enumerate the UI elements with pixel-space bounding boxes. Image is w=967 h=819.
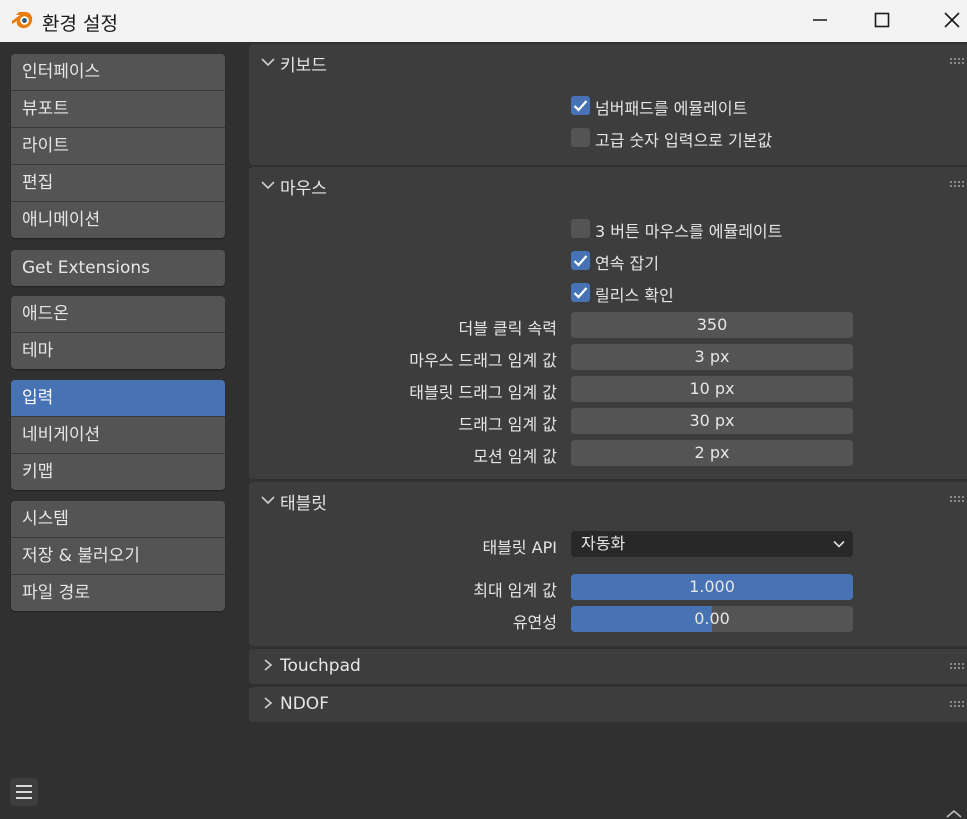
sidebar-group-system: 시스템 저장 & 불러오기 파일 경로 xyxy=(11,501,225,611)
chevron-right-icon xyxy=(264,697,273,709)
mouse-panel: 마우스 3 버튼 마우스를 에뮬레이트 연속 잡기 릴리스 확인 더블 클릭 속… xyxy=(249,167,967,479)
drag-threshold-row: 드래그 임계 값 30 px xyxy=(249,408,967,434)
sidebar-item-viewport[interactable]: 뷰포트 xyxy=(11,91,225,128)
softness-label: 유연성 xyxy=(512,613,557,632)
tablet-panel-header[interactable]: 태블릿 xyxy=(249,482,967,518)
sidebar-item-file-paths[interactable]: 파일 경로 xyxy=(11,575,225,611)
tablet-panel: 태블릿 태블릿 API 자동화 최대 임계 값 1.000 유연성 0.00 xyxy=(249,482,967,646)
chevron-down-icon xyxy=(261,58,275,67)
sidebar-item-addons[interactable]: 애드온 xyxy=(11,296,225,333)
release-confirms-checkbox[interactable] xyxy=(571,283,590,302)
double-click-speed-label: 더블 클릭 속력 xyxy=(458,319,558,338)
tablet-drag-threshold-field[interactable]: 10 px xyxy=(571,376,853,402)
default-advanced-numeric-checkbox[interactable] xyxy=(571,128,590,147)
scroll-up-icon[interactable] xyxy=(944,808,964,819)
keyboard-panel-header[interactable]: 키보드 xyxy=(249,44,967,80)
keyboard-panel-title: 키보드 xyxy=(280,56,327,76)
sidebar-item-get-extensions[interactable]: Get Extensions xyxy=(11,250,225,286)
max-threshold-slider[interactable]: 1.000 xyxy=(571,574,853,600)
hamburger-menu-icon[interactable] xyxy=(10,778,38,806)
mouse-drag-threshold-field[interactable]: 3 px xyxy=(571,344,853,370)
tablet-api-dropdown[interactable]: 자동화 xyxy=(571,531,853,557)
minimize-icon xyxy=(813,19,827,21)
minimize-button[interactable] xyxy=(790,0,850,40)
max-threshold-label: 최대 임계 값 xyxy=(473,581,557,600)
ndof-panel-title: NDOF xyxy=(280,694,329,714)
chevron-down-icon xyxy=(261,496,275,505)
checkmark-icon xyxy=(573,255,588,267)
motion-threshold-label: 모션 임계 값 xyxy=(473,447,557,466)
drag-grip-icon[interactable] xyxy=(950,701,964,707)
sidebar-item-animation[interactable]: 애니메이션 xyxy=(11,202,225,238)
sidebar-item-navigation[interactable]: 네비게이션 xyxy=(11,417,225,454)
emulate-3-button-checkbox[interactable] xyxy=(571,219,590,238)
default-advanced-numeric-label: 고급 숫자 입력으로 기본값 xyxy=(595,131,773,150)
motion-threshold-field[interactable]: 2 px xyxy=(571,440,853,466)
softness-slider[interactable]: 0.00 xyxy=(571,606,853,632)
chevron-down-icon xyxy=(261,181,275,190)
tablet-api-row: 태블릿 API 자동화 xyxy=(249,531,967,557)
maximize-icon xyxy=(874,12,890,28)
release-confirms-label: 릴리스 확인 xyxy=(595,286,674,305)
sidebar-group-extensions: Get Extensions xyxy=(11,250,225,286)
keyboard-panel: 키보드 넘버패드를 에뮬레이트 고급 숫자 입력으로 기본값 xyxy=(249,44,967,165)
sidebar-item-keymap[interactable]: 키맵 xyxy=(11,454,225,490)
sidebar-item-lights[interactable]: 라이트 xyxy=(11,128,225,165)
touchpad-panel-title: Touchpad xyxy=(280,656,361,676)
motion-threshold-row: 모션 임계 값 2 px xyxy=(249,440,967,466)
drag-grip-icon[interactable] xyxy=(950,663,964,669)
sidebar-group-input: 입력 네비게이션 키맵 xyxy=(11,380,225,490)
window-title: 환경 설정 xyxy=(42,13,118,35)
sidebar-item-save-load[interactable]: 저장 & 불러오기 xyxy=(11,538,225,575)
emulate-3-button-label: 3 버튼 마우스를 에뮬레이트 xyxy=(595,222,783,241)
chevron-right-icon xyxy=(264,659,273,671)
close-button[interactable] xyxy=(922,0,967,40)
blender-logo-icon xyxy=(12,12,33,29)
mouse-panel-header[interactable]: 마우스 xyxy=(249,167,967,203)
checkmark-icon xyxy=(573,287,588,299)
close-icon xyxy=(944,12,960,28)
continuous-grab-label: 연속 잡기 xyxy=(595,254,659,273)
chevron-down-icon xyxy=(833,540,845,548)
touchpad-panel: Touchpad xyxy=(249,649,967,684)
drag-threshold-label: 드래그 임계 값 xyxy=(458,415,558,434)
emulate-numpad-checkbox[interactable] xyxy=(571,96,590,115)
slider-fill xyxy=(571,606,712,632)
max-threshold-row: 최대 임계 값 1.000 xyxy=(249,574,967,600)
drag-grip-icon[interactable] xyxy=(950,58,964,64)
tablet-drag-threshold-label: 태블릿 드래그 임계 값 xyxy=(409,383,557,402)
tablet-drag-threshold-row: 태블릿 드래그 임계 값 10 px xyxy=(249,376,967,402)
tablet-panel-title: 태블릿 xyxy=(280,494,327,514)
mouse-drag-threshold-label: 마우스 드래그 임계 값 xyxy=(409,351,557,370)
emulate-numpad-label: 넘버패드를 에뮬레이트 xyxy=(595,99,748,118)
maximize-button[interactable] xyxy=(852,0,912,40)
touchpad-panel-header[interactable]: Touchpad xyxy=(249,649,967,685)
drag-grip-icon[interactable] xyxy=(950,181,964,187)
mouse-panel-title: 마우스 xyxy=(280,179,327,199)
checkmark-icon xyxy=(573,100,588,112)
ndof-panel: NDOF xyxy=(249,687,967,722)
softness-row: 유연성 0.00 xyxy=(249,606,967,632)
ndof-panel-header[interactable]: NDOF xyxy=(249,687,967,723)
sidebar-item-input[interactable]: 입력 xyxy=(11,380,225,417)
sidebar-item-system[interactable]: 시스템 xyxy=(11,501,225,538)
tablet-api-label: 태블릿 API xyxy=(482,538,557,557)
sidebar-item-themes[interactable]: 테마 xyxy=(11,333,225,369)
mouse-drag-threshold-row: 마우스 드래그 임계 값 3 px xyxy=(249,344,967,370)
sidebar-item-editing[interactable]: 편집 xyxy=(11,165,225,202)
sidebar-item-interface[interactable]: 인터페이스 xyxy=(11,54,225,91)
drag-threshold-field[interactable]: 30 px xyxy=(571,408,853,434)
continuous-grab-checkbox[interactable] xyxy=(571,251,590,270)
title-bar: 환경 설정 xyxy=(0,0,967,42)
sidebar-group-general: 인터페이스 뷰포트 라이트 편집 애니메이션 xyxy=(11,54,225,238)
drag-grip-icon[interactable] xyxy=(950,496,964,502)
double-click-speed-row: 더블 클릭 속력 350 xyxy=(249,312,967,338)
double-click-speed-field[interactable]: 350 xyxy=(571,312,853,338)
sidebar-group-addons: 애드온 테마 xyxy=(11,296,225,369)
